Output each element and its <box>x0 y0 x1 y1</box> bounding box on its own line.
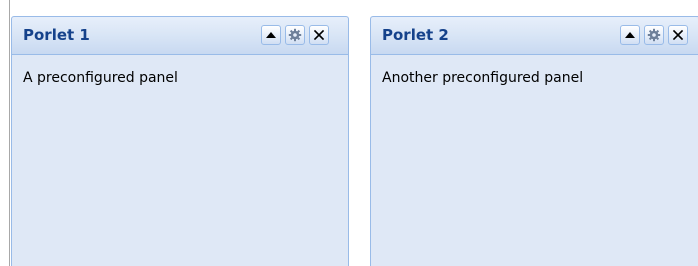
portlet-2: Porlet 2 Another preconfigured panel <box>370 16 698 266</box>
close-button[interactable] <box>309 25 329 45</box>
collapse-button[interactable] <box>620 25 640 45</box>
collapse-up-icon <box>624 30 636 40</box>
close-icon <box>313 29 325 41</box>
gear-icon <box>288 28 302 42</box>
collapse-up-icon <box>265 30 277 40</box>
portlet-title: Porlet 1 <box>23 26 90 44</box>
page-edge-line <box>9 0 10 266</box>
portlet-body-text: Another preconfigured panel <box>382 70 584 86</box>
portlet-header[interactable]: Porlet 1 <box>12 17 348 55</box>
gear-icon <box>647 28 661 42</box>
collapse-button[interactable] <box>261 25 281 45</box>
settings-button[interactable] <box>644 25 664 45</box>
close-icon <box>672 29 684 41</box>
portlet-1: Porlet 1 A preconfigured panel <box>11 16 349 266</box>
portlet-title: Porlet 2 <box>382 26 449 44</box>
settings-button[interactable] <box>285 25 305 45</box>
portlet-header[interactable]: Porlet 2 <box>371 17 698 55</box>
portlet-body-text: A preconfigured panel <box>23 70 178 86</box>
close-button[interactable] <box>668 25 688 45</box>
